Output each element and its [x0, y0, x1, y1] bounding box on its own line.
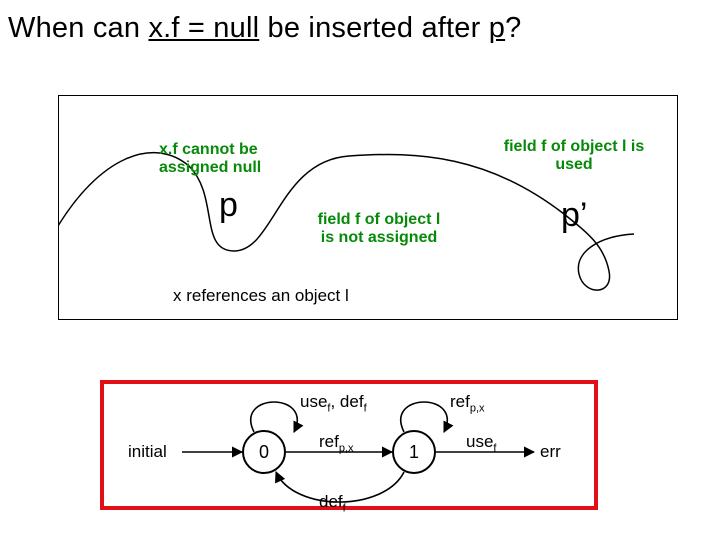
- automaton-panel: initial 0 1 err usef, deff refp,x deff r…: [100, 380, 598, 510]
- title-underline-2: p: [489, 12, 505, 44]
- edge-mid-label: refp,x: [319, 432, 354, 454]
- state-0: 0: [242, 430, 286, 474]
- note-cannot-assign: x.f cannot be assigned null: [159, 141, 261, 178]
- top-panel: x.f cannot be assigned null p field f of…: [58, 95, 678, 320]
- title-part2: be inserted after: [259, 12, 489, 44]
- note-not-assigned: field f of object l is not assigned: [304, 211, 454, 248]
- state-1-label: 1: [409, 442, 419, 462]
- label-p: p: [219, 186, 238, 225]
- title-part1: When can: [8, 12, 148, 44]
- edge-err-label: usef: [466, 432, 496, 454]
- page-title: When can x.f = null be inserted after p?: [0, 0, 720, 45]
- title-part3: ?: [505, 12, 521, 44]
- note-x-references: x references an object l: [173, 286, 349, 306]
- state-0-label: 0: [259, 442, 269, 462]
- edge-right-self-label: refp,x: [450, 392, 485, 414]
- label-p-prime: p’: [561, 196, 587, 235]
- edge-top-label: usef, deff: [300, 392, 367, 414]
- note-field-used: field f of object l is used: [489, 138, 659, 175]
- edge-bot-label: deff: [319, 492, 346, 514]
- state-err: err: [540, 442, 561, 462]
- label-initial: initial: [128, 442, 167, 462]
- state-1: 1: [392, 430, 436, 474]
- title-underline-1: x.f = null: [148, 12, 259, 44]
